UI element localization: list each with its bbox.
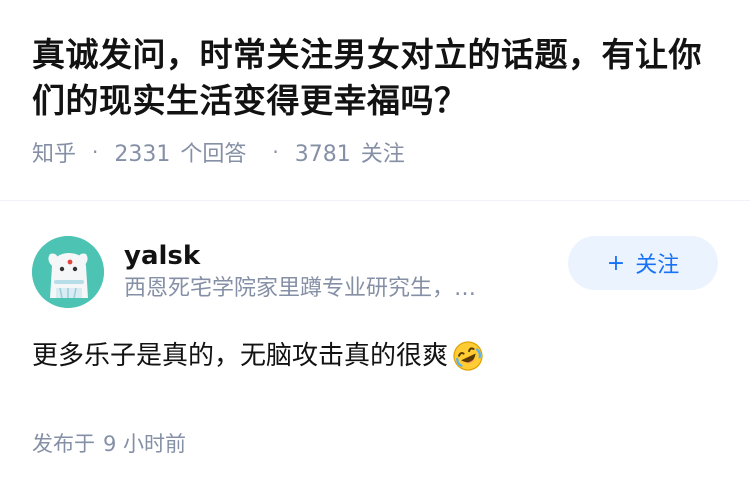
meta-separator-dot: · xyxy=(92,140,99,164)
publish-time[interactable]: 发布于 9 小时前 xyxy=(32,428,718,458)
answer-count-number: 2331 xyxy=(114,142,171,167)
plus-icon: + xyxy=(606,250,626,276)
author-name[interactable]: yalsk xyxy=(124,239,554,273)
rolling-laughing-emoji-icon xyxy=(452,340,484,372)
source-label[interactable]: 知乎 xyxy=(32,136,76,168)
meta-separator-dot: · xyxy=(272,140,279,164)
answer-count-label: 个回答 xyxy=(180,142,247,167)
author-row: yalsk 西恩死宅学院家里蹲专业研究生，… + 关注 xyxy=(32,232,718,312)
answer-text: 更多乐子是真的，无脑攻击真的很爽 xyxy=(32,341,449,371)
follower-count[interactable]: 3781 关注 xyxy=(295,136,415,168)
avatar-illustration-icon xyxy=(32,236,104,308)
avatar[interactable] xyxy=(32,236,104,308)
publish-prefix: 发布于 xyxy=(32,432,95,456)
question-header: 真诚发问，时常关注男女对立的话题，有让你们的现实生活变得更幸福吗？ 知乎 · 2… xyxy=(0,0,750,168)
zhihu-answer-page: 真诚发问，时常关注男女对立的话题，有让你们的现实生活变得更幸福吗？ 知乎 · 2… xyxy=(0,0,750,490)
answer-card: yalsk 西恩死宅学院家里蹲专业研究生，… + 关注 更多乐子是真的，无脑攻击… xyxy=(32,232,718,458)
answer-count[interactable]: 2331 个回答 xyxy=(114,136,256,168)
follower-count-label: 关注 xyxy=(360,142,405,167)
follow-button[interactable]: + 关注 xyxy=(568,236,718,290)
section-divider xyxy=(0,200,750,201)
publish-time-value: 9 小时前 xyxy=(103,432,187,456)
author-bio: 西恩死宅学院家里蹲专业研究生，… xyxy=(124,276,477,301)
follow-button-label: 关注 xyxy=(635,253,680,278)
question-title[interactable]: 真诚发问，时常关注男女对立的话题，有让你们的现实生活变得更幸福吗？ xyxy=(32,32,718,124)
answer-content[interactable]: 更多乐子是真的，无脑攻击真的很爽 xyxy=(32,336,718,376)
author-info: yalsk 西恩死宅学院家里蹲专业研究生，… xyxy=(124,239,554,305)
question-meta: 知乎 · 2331 个回答 · 3781 关注 xyxy=(32,136,718,168)
follower-count-number: 3781 xyxy=(294,142,351,167)
